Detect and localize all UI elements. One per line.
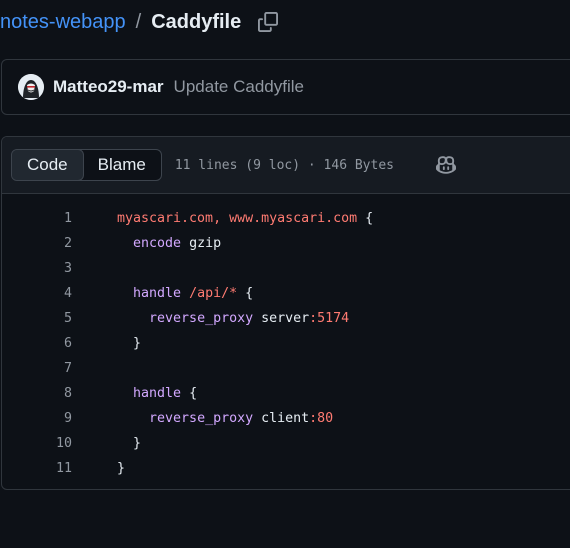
line-number[interactable]: 3 xyxy=(2,261,72,276)
latest-commit-bar: Matteo29-mar Update Caddyfile xyxy=(1,59,570,115)
code-line: 7 xyxy=(2,356,570,381)
line-number[interactable]: 11 xyxy=(2,461,72,476)
tab-blame[interactable]: Blame xyxy=(83,150,161,180)
code-token: encode xyxy=(133,236,182,251)
tab-code[interactable]: Code xyxy=(11,150,84,180)
code-token: } xyxy=(133,436,142,451)
code-token: { xyxy=(237,286,254,301)
code-text: } xyxy=(117,336,141,351)
code-token: :80 xyxy=(309,411,334,426)
code-text: handle /api/* { xyxy=(117,286,253,301)
line-number[interactable]: 2 xyxy=(2,236,72,251)
code-token: handle xyxy=(133,286,182,301)
code-text: handle { xyxy=(117,386,197,401)
code-token: } xyxy=(117,461,126,476)
code-line: 8 handle { xyxy=(2,381,570,406)
code-token: } xyxy=(133,336,142,351)
code-text: encode gzip xyxy=(117,236,221,251)
line-number[interactable]: 8 xyxy=(2,386,72,401)
code-text: myascari.com, www.myascari.com { xyxy=(117,211,373,226)
code-token: server xyxy=(253,311,310,326)
commit-author[interactable]: Matteo29-mar xyxy=(53,77,164,97)
code-token: myascari.com, www.myascari.com xyxy=(117,211,358,226)
copy-path-icon xyxy=(258,12,279,32)
code-line: 10 } xyxy=(2,431,570,456)
file-stats: 11 lines (9 loc) · 146 Bytes xyxy=(174,157,394,173)
code-text: reverse_proxy server:5174 xyxy=(117,311,349,326)
copilot-icon xyxy=(435,156,456,174)
copilot-button[interactable] xyxy=(434,153,458,177)
code-token: client xyxy=(253,411,310,426)
author-avatar[interactable] xyxy=(18,74,44,100)
breadcrumb-file-name: Caddyfile xyxy=(151,10,242,33)
line-number[interactable]: 4 xyxy=(2,286,72,301)
file-header: Code Blame 11 lines (9 loc) · 146 Bytes xyxy=(2,137,570,194)
code-token: handle xyxy=(133,386,182,401)
copy-path-button[interactable] xyxy=(257,11,279,33)
code-token: { xyxy=(357,211,374,226)
code-line: 3 xyxy=(2,256,570,281)
code-token: { xyxy=(181,386,198,401)
commit-message[interactable]: Update Caddyfile xyxy=(174,77,304,97)
breadcrumb-repo-link[interactable]: notes-webapp xyxy=(0,11,126,34)
breadcrumb: notes-webapp / Caddyfile xyxy=(0,8,279,36)
line-number[interactable]: 6 xyxy=(2,336,72,351)
code-line: 9 reverse_proxy client:80 xyxy=(2,406,570,431)
code-token: /api/* xyxy=(189,286,238,301)
breadcrumb-separator: / xyxy=(135,10,142,33)
code-line: 4 handle /api/* { xyxy=(2,281,570,306)
code-listing: 1 myascari.com, www.myascari.com {2 encod… xyxy=(2,194,570,481)
code-line: 5 reverse_proxy server:5174 xyxy=(2,306,570,331)
code-token: :5174 xyxy=(309,311,350,326)
line-number[interactable]: 7 xyxy=(2,361,72,376)
code-text: } xyxy=(117,436,141,451)
code-line: 1 myascari.com, www.myascari.com { xyxy=(2,206,570,231)
code-line: 11} xyxy=(2,456,570,481)
code-token: reverse_proxy xyxy=(149,311,254,326)
file-viewer: Code Blame 11 lines (9 loc) · 146 Bytes … xyxy=(1,136,570,490)
line-number[interactable]: 5 xyxy=(2,311,72,326)
line-number[interactable]: 9 xyxy=(2,411,72,426)
avatar-icon xyxy=(18,74,44,100)
line-number[interactable]: 1 xyxy=(2,211,72,226)
line-number[interactable]: 10 xyxy=(2,436,72,451)
code-line: 2 encode gzip xyxy=(2,231,570,256)
code-text: reverse_proxy client:80 xyxy=(117,411,333,426)
code-line: 6 } xyxy=(2,331,570,356)
view-toggle: Code Blame xyxy=(11,149,162,181)
code-token: reverse_proxy xyxy=(149,411,254,426)
code-token: gzip xyxy=(181,236,222,251)
code-text: } xyxy=(117,461,125,476)
